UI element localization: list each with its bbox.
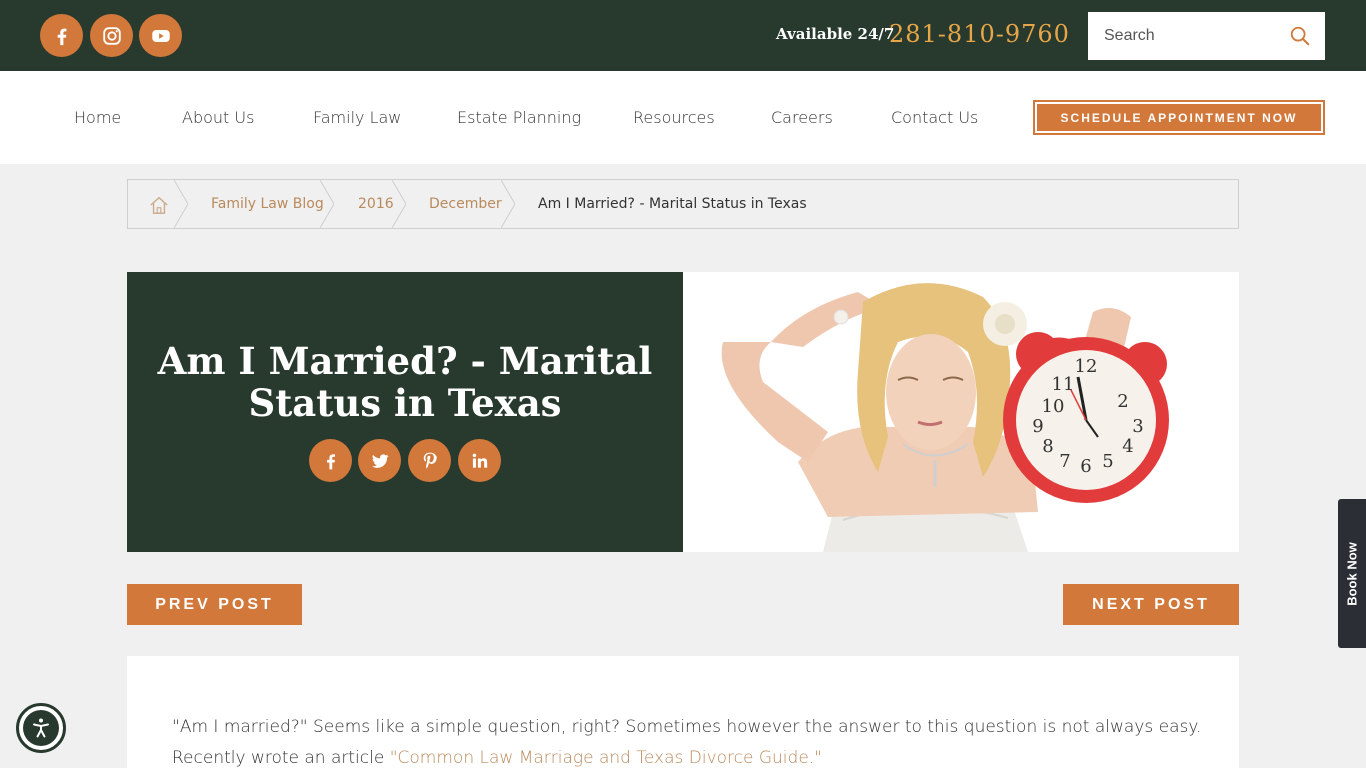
- availability-label: Available 24/7: [776, 25, 895, 43]
- breadcrumb-2016[interactable]: 2016: [358, 180, 394, 228]
- breadcrumb-separator: [174, 180, 188, 228]
- svg-text:3: 3: [1132, 416, 1143, 437]
- search-input[interactable]: [1088, 12, 1278, 60]
- breadcrumb: Family Law Blog 2016 December Am I Marri…: [127, 179, 1239, 229]
- svg-text:7: 7: [1059, 451, 1070, 472]
- svg-text:6: 6: [1080, 456, 1091, 477]
- book-now-tab[interactable]: Book Now: [1338, 499, 1366, 648]
- common-law-marriage-article-link[interactable]: "Common Law Marriage and Texas Divorce G…: [390, 748, 822, 768]
- instagram-icon[interactable]: [90, 14, 133, 57]
- share-pinterest-icon[interactable]: [408, 439, 451, 482]
- phone-number-link[interactable]: 281-810-9760: [889, 20, 1070, 48]
- article-content: "Am I married?" Seems like a simple ques…: [127, 656, 1239, 768]
- breadcrumb-separator: [320, 180, 334, 228]
- share-facebook-icon[interactable]: [309, 439, 352, 482]
- next-post-button[interactable]: NEXT POST: [1063, 584, 1239, 625]
- accessibility-icon: [23, 710, 59, 746]
- svg-text:11: 11: [1052, 374, 1075, 395]
- prev-post-button[interactable]: PREV POST: [127, 584, 302, 625]
- share-linkedin-icon[interactable]: [458, 439, 501, 482]
- svg-text:12: 12: [1075, 356, 1098, 377]
- schedule-appointment-button[interactable]: SCHEDULE APPOINTMENT NOW: [1033, 100, 1325, 135]
- breadcrumb-family-law-blog[interactable]: Family Law Blog: [211, 180, 324, 228]
- svg-text:9: 9: [1032, 416, 1043, 437]
- top-bar: Available 24/7 281-810-9760: [0, 0, 1366, 71]
- breadcrumb-december[interactable]: December: [429, 180, 502, 228]
- hero-title-panel: Am I Married? - Marital Status in Texas: [127, 272, 683, 552]
- svg-text:10: 10: [1042, 396, 1065, 417]
- search-icon[interactable]: [1289, 25, 1311, 47]
- svg-text:8: 8: [1042, 436, 1053, 457]
- svg-text:5: 5: [1102, 451, 1113, 472]
- page-title-line-2: Status in Texas: [248, 381, 562, 425]
- svg-text:4: 4: [1122, 436, 1133, 457]
- search-box: [1088, 12, 1325, 60]
- breadcrumb-separator: [501, 180, 515, 228]
- hero-photo: 12 2 3 4 5 6 7 8 9 10 11: [683, 272, 1239, 552]
- page-title-line-1: Am I Married? - Marital: [157, 339, 653, 383]
- book-now-label: Book Now: [1344, 541, 1360, 606]
- nav-item-family-law[interactable]: Family Law: [313, 108, 401, 127]
- nav-item-estate-planning[interactable]: Estate Planning: [457, 108, 581, 127]
- article-intro-paragraph: "Am I married?" Seems like a simple ques…: [172, 712, 1202, 768]
- home-icon[interactable]: [148, 195, 170, 215]
- share-twitter-icon[interactable]: [358, 439, 401, 482]
- facebook-icon[interactable]: [40, 14, 83, 57]
- nav-item-resources[interactable]: Resources: [633, 108, 715, 127]
- breadcrumb-current: Am I Married? - Marital Status in Texas: [538, 196, 807, 212]
- bride-with-alarm-clock-image: 12 2 3 4 5 6 7 8 9 10 11: [683, 272, 1239, 552]
- svg-text:2: 2: [1117, 391, 1128, 412]
- nav-item-contact-us[interactable]: Contact Us: [891, 108, 978, 127]
- nav-item-careers[interactable]: Careers: [771, 108, 833, 127]
- breadcrumb-separator: [392, 180, 406, 228]
- main-nav: Home About Us Family Law Estate Planning…: [0, 71, 1366, 164]
- youtube-icon[interactable]: [139, 14, 182, 57]
- accessibility-button[interactable]: [16, 703, 66, 753]
- page-title: Am I Married? - Marital Status in Texas: [127, 340, 683, 424]
- nav-item-about-us[interactable]: About Us: [182, 108, 254, 127]
- nav-item-home[interactable]: Home: [74, 108, 121, 127]
